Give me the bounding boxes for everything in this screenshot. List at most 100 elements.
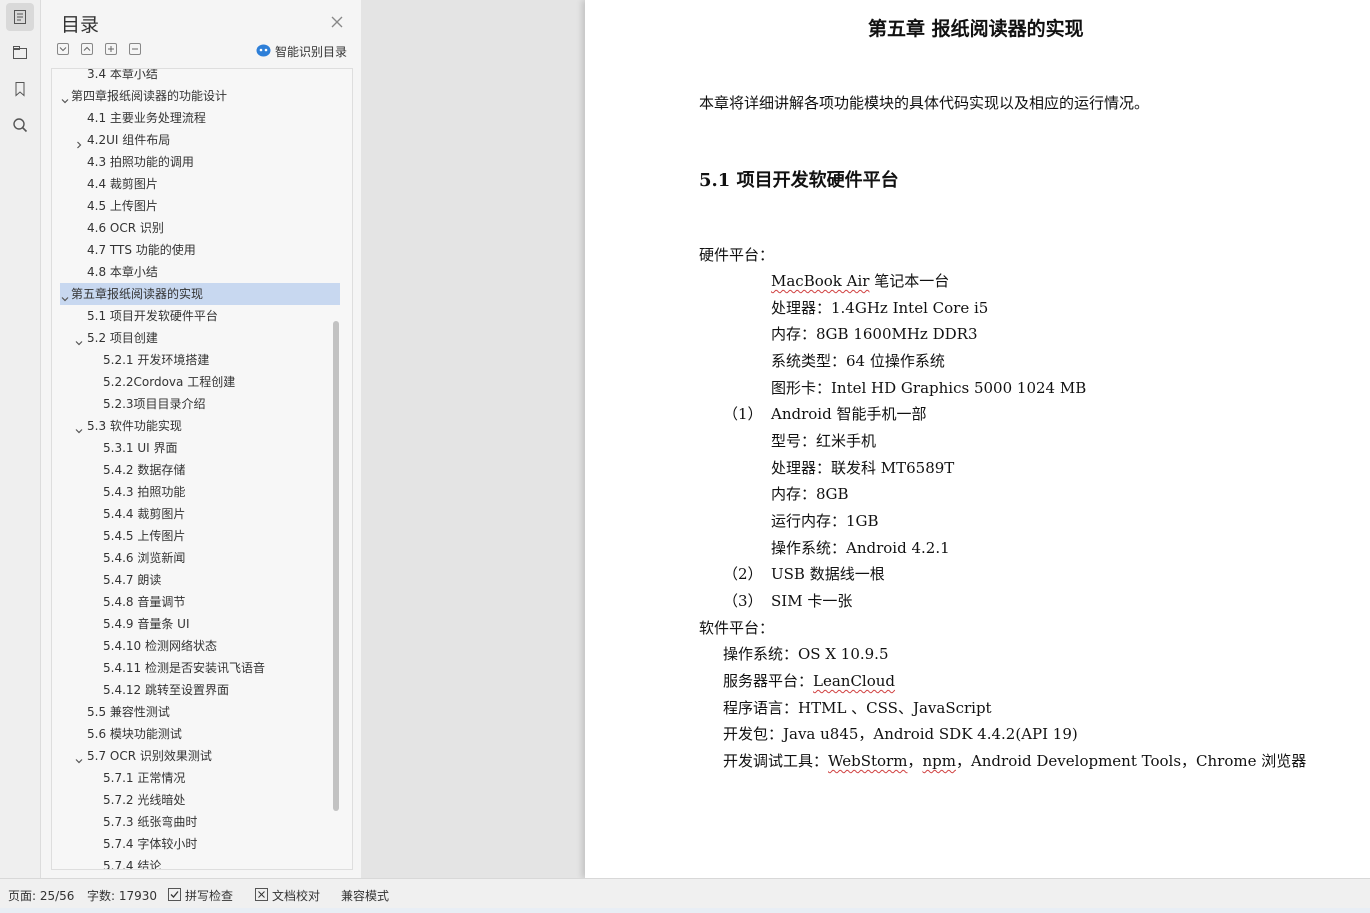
toc-item-label: 5.4.9 音量条 UI <box>103 617 190 631</box>
toc-item[interactable]: 5.4.12 跳转至设置界面 <box>52 679 352 701</box>
toc-item[interactable]: 4.7 TTS 功能的使用 <box>52 239 352 261</box>
phone-mem-line: 内存：8GB <box>771 485 849 503</box>
toc-item[interactable]: 5.6 模块功能测试 <box>52 723 352 745</box>
toc-item[interactable]: 4.6 OCR 识别 <box>52 217 352 239</box>
tools-separator: ， <box>907 752 923 770</box>
toc-item[interactable]: 5.7.2 光线暗处 <box>52 789 352 811</box>
ram-line: 运行内存：1GB <box>771 512 879 530</box>
add-icon[interactable] <box>105 43 117 55</box>
toc-item[interactable]: 5.2.1 开发环境搭建 <box>52 349 352 371</box>
toc-item[interactable]: 4.5 上传图片 <box>52 195 352 217</box>
remove-icon[interactable] <box>129 43 141 55</box>
toc-item[interactable]: 5.3.1 UI 界面 <box>52 437 352 459</box>
toc-item[interactable]: 4.1 主要业务处理流程 <box>52 107 352 129</box>
bottom-strip <box>0 908 1370 913</box>
chevron-down-icon[interactable] <box>74 333 84 346</box>
toc-item[interactable]: 4.4 裁剪图片 <box>52 173 352 195</box>
hardware-label: 硬件平台： <box>699 246 775 264</box>
toc-item-label: 5.5 兼容性测试 <box>87 705 170 719</box>
word-count[interactable]: 字数: 17930 <box>87 887 157 904</box>
phone-os-line: 操作系统：Android 4.2.1 <box>771 539 950 557</box>
toc-item[interactable]: 5.2.2Cordova 工程创建 <box>52 371 352 393</box>
proofread-button[interactable]: 文档校对 <box>255 887 320 904</box>
toc-item[interactable]: 5.4.11 检测是否安装讯飞语音 <box>52 657 352 679</box>
toc-item-label: 5.7.3 纸张弯曲时 <box>103 815 198 829</box>
collapse-up-icon[interactable] <box>81 43 93 55</box>
chevron-right-icon[interactable] <box>74 135 84 149</box>
toc-item[interactable]: 第四章报纸阅读器的功能设计 <box>52 85 352 107</box>
tools-prefix: 开发调试工具： <box>723 752 829 770</box>
toc-item-label: 5.2.1 开发环境搭建 <box>103 353 210 367</box>
intro-paragraph: 本章将详细讲解各项功能模块的具体代码实现以及相应的运行情况。 <box>699 94 1150 112</box>
model-line: 型号：红米手机 <box>771 432 877 450</box>
search-icon[interactable] <box>6 111 34 139</box>
smart-toc-button[interactable]: 智能识别目录 <box>256 43 347 60</box>
toc-item-label: 5.4.10 检测网络状态 <box>103 639 217 653</box>
toc-item[interactable]: 5.2 项目创建 <box>52 327 352 349</box>
chevron-down-icon[interactable] <box>74 751 84 764</box>
toc-panel: 目录 智能识别目录 3.4 本章小结 第四章报纸阅读器的功能设计 4.1 主要业务处… <box>41 0 361 878</box>
spell-check-button[interactable]: 拼写检查 <box>168 887 233 904</box>
toc-item-label: 5.2 项目创建 <box>87 331 158 345</box>
toc-item-label: 4.4 裁剪图片 <box>87 177 158 191</box>
toc-panel-icon[interactable] <box>6 3 34 31</box>
toc-item-label: 4.6 OCR 识别 <box>87 221 164 235</box>
navigation-pane-icon[interactable] <box>6 39 34 67</box>
toc-item-label: 5.4.5 上传图片 <box>103 529 186 543</box>
sdk-line: 开发包：Java u845，Android SDK 4.4.2(API 19) <box>723 725 1078 743</box>
tools-rest: ，Android Development Tools，Chrome 浏览器 <box>955 752 1307 770</box>
toc-item[interactable]: 5.4.8 音量调节 <box>52 591 352 613</box>
toc-item[interactable]: 4.2UI 组件布局 <box>52 129 352 151</box>
toc-item[interactable]: 5.4.10 检测网络状态 <box>52 635 352 657</box>
chevron-down-icon[interactable] <box>60 91 70 104</box>
chevron-down-icon[interactable] <box>74 421 84 434</box>
expand-down-icon[interactable] <box>57 43 69 55</box>
toc-item-label: 5.1 项目开发软硬件平台 <box>87 309 218 323</box>
close-icon[interactable] <box>330 14 344 28</box>
toc-item[interactable]: 5.4.5 上传图片 <box>52 525 352 547</box>
toc-scrollbar[interactable] <box>333 321 339 811</box>
status-bar: 页面: 25/56 字数: 17930 拼写检查 文档校对 兼容模式 <box>0 878 1370 909</box>
toc-item[interactable]: 5.7.4 字体较小时 <box>52 833 352 855</box>
chapter-heading: 第五章 报纸阅读器的实现 <box>868 18 1084 40</box>
toc-item[interactable]: 5.7.4 结论 <box>52 855 352 869</box>
toc-item[interactable]: 4.8 本章小结 <box>52 261 352 283</box>
spell-check-label: 拼写检查 <box>185 889 234 903</box>
bookmark-icon[interactable] <box>6 75 34 103</box>
toc-item[interactable]: 5.3 软件功能实现 <box>52 415 352 437</box>
toc-item[interactable]: 第五章报纸阅读器的实现 <box>60 283 340 305</box>
toc-item[interactable]: 5.4.4 裁剪图片 <box>52 503 352 525</box>
section-heading: 5.1 项目开发软硬件平台 <box>699 170 899 191</box>
toc-item[interactable]: 5.4.3 拍照功能 <box>52 481 352 503</box>
toc-item[interactable]: 5.4.2 数据存储 <box>52 459 352 481</box>
toc-item[interactable]: 5.4.6 浏览新闻 <box>52 547 352 569</box>
chevron-down-icon[interactable] <box>60 289 70 302</box>
tools-line: 开发调试工具：WebStorm，npm，Android Development … <box>723 750 1306 771</box>
toc-item[interactable]: 5.4.7 朗读 <box>52 569 352 591</box>
toc-item-label: 4.8 本章小结 <box>87 265 158 279</box>
usb-line: USB 数据线一根 <box>771 565 885 583</box>
toc-item-label: 5.6 模块功能测试 <box>87 727 182 741</box>
tool-webstorm: WebStorm <box>828 752 908 770</box>
toc-item[interactable]: 5.4.9 音量条 UI <box>52 613 352 635</box>
toc-item-label: 4.3 拍照功能的调用 <box>87 155 194 169</box>
toc-item[interactable]: 5.7.3 纸张弯曲时 <box>52 811 352 833</box>
phone-line: Android 智能手机一部 <box>771 405 927 423</box>
proofread-icon <box>255 887 268 904</box>
toc-item[interactable]: 5.7.1 正常情况 <box>52 767 352 789</box>
toc-tree: 3.4 本章小结 第四章报纸阅读器的功能设计 4.1 主要业务处理流程 4.2UI 组… <box>51 68 353 870</box>
toc-item[interactable]: 3.4 本章小结 <box>52 69 352 85</box>
toc-item[interactable]: 5.7 OCR 识别效果测试 <box>52 745 352 767</box>
toc-item[interactable]: 5.5 兼容性测试 <box>52 701 352 723</box>
toc-item-label: 5.4.2 数据存储 <box>103 463 186 477</box>
page-indicator[interactable]: 页面: 25/56 <box>8 887 74 904</box>
toc-item[interactable]: 5.2.3项目目录介绍 <box>52 393 352 415</box>
mac-rest: 笔记本一台 <box>869 272 950 290</box>
sim-line: SIM 卡一张 <box>771 592 853 610</box>
toc-item[interactable]: 4.3 拍照功能的调用 <box>52 151 352 173</box>
toc-item[interactable]: 5.1 项目开发软硬件平台 <box>52 305 352 327</box>
smart-ai-icon <box>256 44 271 60</box>
document-page: 第五章 报纸阅读器的实现 本章将详细讲解各项功能模块的具体代码实现以及相应的运行… <box>585 0 1370 878</box>
server-name: LeanCloud <box>813 672 896 690</box>
compat-mode[interactable]: 兼容模式 <box>341 887 389 904</box>
